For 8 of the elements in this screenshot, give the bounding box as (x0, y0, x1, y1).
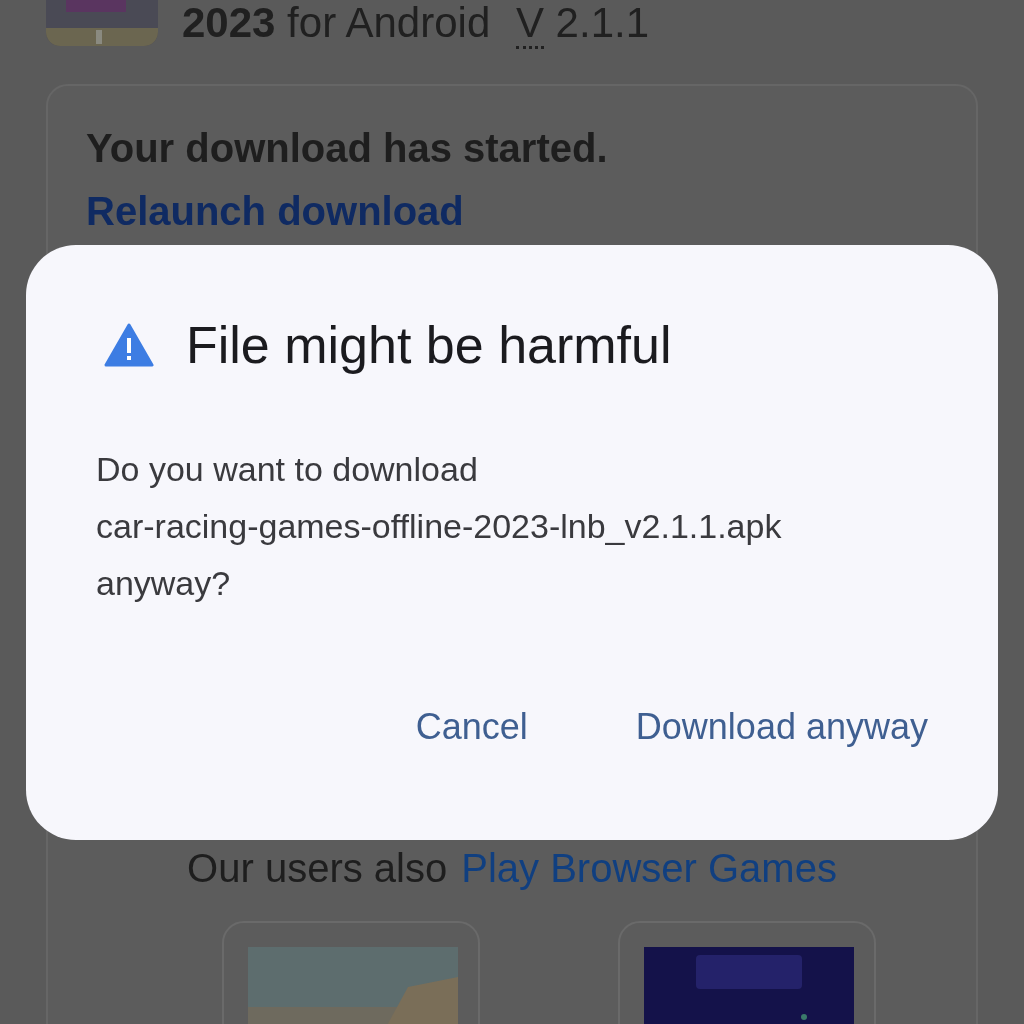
app-title: 2023 for Android V 2.1.1 (182, 0, 650, 46)
dialog-message: Do you want to download car-racing-games-offline-2023-lnb_v2.1.1.apk anyway? (96, 449, 783, 604)
status-message: Your download has started. (86, 126, 609, 171)
dialog-title: File might be harmful (186, 315, 672, 375)
cancel-button[interactable]: Cancel (415, 702, 528, 752)
promo-text: Our users also (187, 846, 448, 891)
warning-icon (104, 323, 154, 367)
download-anyway-button[interactable]: Download anyway (635, 702, 928, 752)
